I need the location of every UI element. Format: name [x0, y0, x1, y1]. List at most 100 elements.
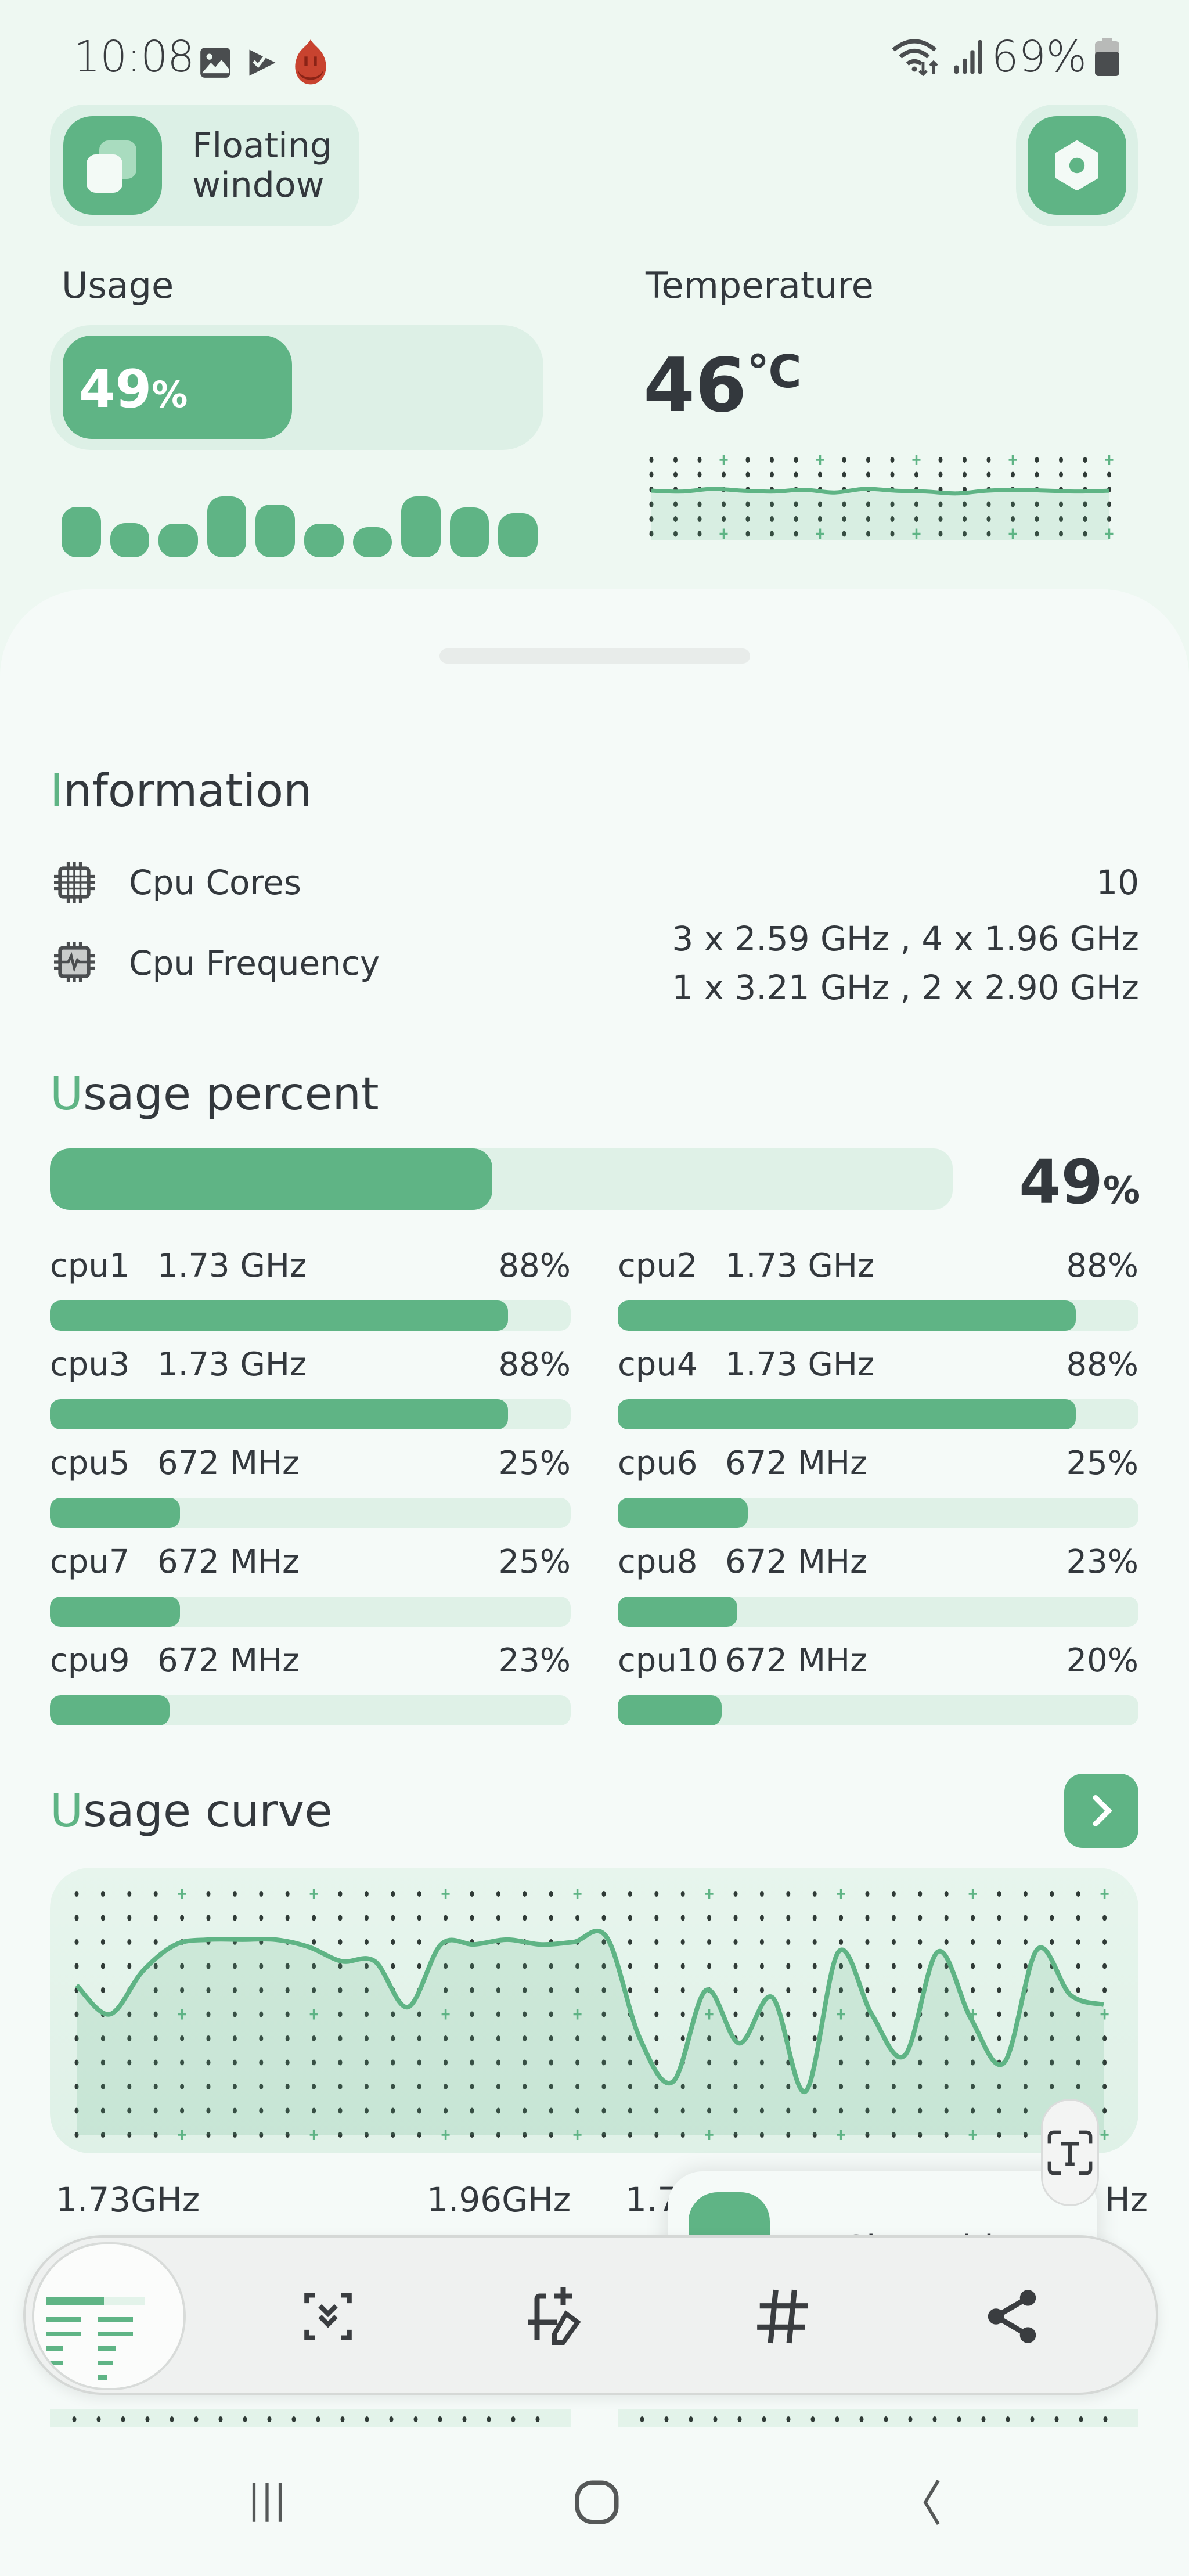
play-store-check-icon [249, 49, 276, 76]
share-button[interactable] [977, 2282, 1047, 2351]
crop-edit-button[interactable] [523, 2282, 592, 2351]
grid-dot [1076, 1987, 1080, 1993]
usage-percent: 49% [79, 359, 188, 420]
cpu-name: cpu5 [50, 1444, 130, 1482]
grid-dot [812, 1891, 817, 1897]
grid-dot [218, 2416, 223, 2422]
grid-dot [649, 457, 654, 463]
grid-dot [1011, 471, 1015, 478]
grid-plus-mark [705, 1889, 714, 1899]
grid-dot [938, 457, 943, 463]
grid-dot [786, 2416, 791, 2422]
scroll-capture-button[interactable] [293, 2282, 363, 2351]
back-button[interactable] [897, 2462, 967, 2543]
floating-window-button[interactable]: Floating window [50, 105, 359, 226]
grid-dot [417, 1891, 421, 1897]
screenshot-thumbnail[interactable] [32, 2242, 186, 2390]
temperature-value: 46℃ [643, 343, 802, 429]
grid-dot [535, 2416, 540, 2422]
cpu-percent: 88% [1066, 1246, 1138, 1285]
grid-dot [762, 2416, 766, 2422]
grid-dot [794, 457, 798, 463]
grid-dot [654, 1939, 659, 1945]
grid-dot [628, 1891, 632, 1897]
grid-dot [628, 1915, 632, 1921]
cpu-name: cpu4 [618, 1345, 698, 1384]
grid-dot [839, 1915, 844, 1921]
grid-dot [549, 1915, 553, 1921]
recent-apps-button[interactable] [232, 2462, 302, 2543]
grid-dot [389, 2416, 394, 2422]
cpu-name: cpu8 [618, 1543, 698, 1581]
grid-dot [865, 1963, 870, 1969]
grid-dot [786, 1915, 791, 1921]
grid-plus-mark [1008, 455, 1017, 465]
grid-dot [1076, 1939, 1080, 1945]
grid-dot [812, 1915, 817, 1921]
grid-dot [944, 1939, 949, 1945]
status-left-icons [197, 39, 330, 86]
grid-dot [153, 1915, 158, 1921]
grid-dot [127, 1915, 132, 1921]
cpu-core-item: cpu4 1.73 GHz 88% [618, 1341, 1138, 1440]
cpu-percent: 23% [498, 1641, 571, 1680]
grid-dot [170, 2416, 174, 2422]
cpu-name: cpu10 [618, 1641, 719, 1680]
grid-dot [601, 1891, 606, 1897]
grid-dot [891, 2011, 896, 2017]
grid-dot [628, 1963, 632, 1969]
grid-dot [786, 1987, 791, 1993]
cpu-usage-fill [618, 1597, 738, 1627]
usage-curve-more-button[interactable] [1064, 1774, 1138, 1848]
text-extract-button[interactable] [1041, 2099, 1099, 2206]
grid-dot [417, 1915, 421, 1921]
grid-dot [127, 1963, 132, 1969]
grid-dot [180, 1915, 185, 1921]
grid-dot [745, 471, 750, 478]
grid-dot [680, 1963, 685, 1969]
grid-dot [206, 1891, 211, 1897]
total-usage-fill [50, 1148, 492, 1210]
grid-dot [285, 1891, 290, 1897]
grid-dot [654, 1891, 659, 1897]
hashtag-button[interactable] [749, 2282, 819, 2351]
status-right: 69% [892, 32, 1119, 82]
grid-dot [914, 471, 918, 478]
grid-dot [496, 1915, 500, 1921]
hashtag-icon [757, 2289, 808, 2344]
grid-dot [759, 1891, 764, 1897]
cpu-core-item: cpu2 1.73 GHz 88% [618, 1242, 1138, 1341]
grid-dot [74, 1915, 79, 1921]
grid-dot [153, 1939, 158, 1945]
grid-dot [794, 471, 798, 478]
cpu-usage-bar [618, 1399, 1138, 1429]
grid-dot [786, 2011, 791, 2017]
grid-dot [786, 1963, 791, 1969]
chevron-right-icon [1093, 1795, 1112, 1826]
grid-dot [986, 471, 991, 478]
grid-dot [707, 1915, 712, 1921]
usage-history-bar [158, 524, 198, 557]
settings-button[interactable] [1016, 105, 1138, 226]
home-button[interactable] [562, 2462, 632, 2543]
temperature-label: Temperature [646, 264, 874, 307]
grid-dot [697, 471, 702, 478]
grid-dot [1030, 2416, 1035, 2422]
cpu-usage-fill [50, 1399, 509, 1429]
cpu-usage-fill [618, 1399, 1076, 1429]
sheet-drag-handle[interactable] [439, 648, 750, 664]
grid-dot [100, 1915, 105, 1921]
grid-plus-mark [968, 1889, 977, 1899]
text-extract-icon [1047, 2130, 1093, 2175]
grid-dot [291, 2416, 296, 2422]
total-usage-bar [50, 1148, 953, 1210]
grid-dot [865, 1939, 870, 1945]
grid-dot [364, 1939, 369, 1945]
grid-dot [981, 2416, 986, 2422]
grid-dot [1076, 1963, 1080, 1969]
cpu-core-item: cpu7 672 MHz 25% [50, 1539, 571, 1637]
cpu-usage-bar [50, 1597, 571, 1627]
grid-dot [812, 2035, 817, 2041]
cpu-percent: 20% [1066, 1641, 1138, 1680]
grid-dot [523, 1891, 527, 1897]
